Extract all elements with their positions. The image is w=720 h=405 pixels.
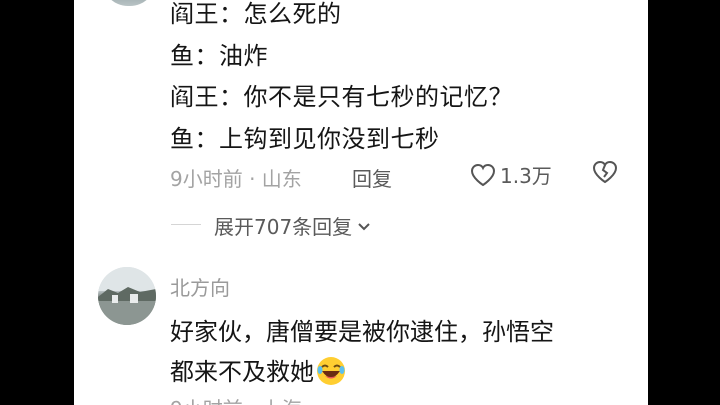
dislike-button[interactable] [592,160,618,188]
comment-line: 阎王：你不是只有七秒的记忆？ [170,83,513,111]
comment-screen: 阎王：怎么死的 鱼：油炸 阎王：你不是只有七秒的记忆？ 鱼：上钩到见你没到七秒 … [74,0,648,405]
broken-heart-icon [592,160,618,184]
avatar[interactable] [102,0,156,6]
comment-line: 阎王：怎么死的 [170,0,342,28]
expand-replies-label: 展开707条回复 [214,215,353,239]
like-count: 1.3万 [500,164,552,188]
expand-divider [171,224,201,225]
comment-meta: 9小时前 · 山东 [170,167,302,191]
like-button[interactable]: 1.3万 [470,160,552,189]
avatar[interactable] [98,267,156,325]
username[interactable]: 北方向 [170,272,230,301]
expand-replies-button[interactable]: 展开707条回复 [214,211,373,240]
laughing-emoji-icon [316,356,346,392]
comment-line: 鱼：上钩到见你没到七秒 [170,125,440,153]
chevron-down-icon [358,222,370,230]
reply-button[interactable]: 回复 [352,163,392,192]
comment-line-with-emoji: 都来不及救她 [170,352,346,392]
comment-meta: 9小时前 · 上海 [170,393,302,405]
comment-line: 好家伙，唐僧要是被你逮住，孙悟空 [170,318,554,346]
heart-outline-icon [470,163,496,186]
comment-line: 鱼：油炸 [170,42,268,70]
comment-line-text: 都来不及救她 [170,358,314,386]
